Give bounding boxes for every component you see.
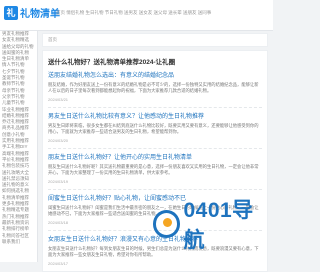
list-item: 送朋友结婚礼物怎么选出：有意义的结婚纪念品 朋友结婚，作为好朋友送上一份有意义的结…	[48, 70, 262, 102]
page-title: 送什么礼物好？送礼物清单推荐2024-让礼圈	[48, 59, 176, 66]
site-header: 礼 礼物清单 首页 情侣礼物 生日礼物 节日礼物 送男友 送女友 送父母 送长辈…	[0, 0, 273, 31]
header-nav-links[interactable]: 首页 情侣礼物 生日礼物 节日礼物 送男友 送女友 送父母 送长辈 送朋友 送同…	[56, 10, 268, 16]
sidebar-item[interactable]: 送给父母的礼物	[0, 44, 37, 50]
item-title-link[interactable]: 朋友生日送什么礼物好？让他开心的实用生日礼物清单	[48, 152, 262, 161]
watermark-text: 0401导航	[183, 199, 254, 252]
item-summary: 男友生日即将来临，很多女生都在纠结到底送什么礼物比较好，既要实用又要有意义，还要…	[48, 123, 259, 134]
item-date: 2024/03/19	[48, 179, 69, 184]
logo-text: 礼物清单	[20, 9, 60, 20]
sidebar: 男友礼物推荐 女友礼物精选 送给父母的礼物 送闺蜜的礼物 生日礼物清单 情人节礼物 七夕节礼…	[0, 31, 38, 262]
item-title-link[interactable]: 男友生日送什么礼物比较有意义？让他感动的生日礼物推荐	[48, 111, 262, 120]
divider	[48, 107, 262, 108]
item-summary: 朋友结婚，作为好朋友送上一份有意义的结婚礼物是必不可少的，选择一份独特又实用的结…	[48, 82, 259, 93]
item-date: 2024/03/21	[48, 97, 69, 102]
watermark-logo-icon	[153, 210, 181, 238]
logo-badge-icon: 礼	[4, 5, 18, 20]
item-summary: 朋友生日送什么礼物好呢？其实送礼物最重要的是心意，选择一份朋友喜欢又实用的生日礼…	[48, 164, 259, 175]
divider	[48, 148, 262, 149]
divider	[48, 189, 262, 190]
item-date: 2024/03/20	[48, 138, 69, 143]
breadcrumb[interactable]: 首页	[42, 33, 268, 47]
site-logo[interactable]: 礼 礼物清单	[4, 5, 60, 20]
list-item: 男友生日送什么礼物比较有意义？让他感动的生日礼物推荐 男友生日即将来临，很多女生都…	[48, 107, 262, 143]
sidebar-item[interactable]: 联系我们	[0, 239, 37, 245]
item-title-link[interactable]: 送朋友结婚礼物怎么选出：有意义的结婚纪念品	[48, 70, 262, 79]
list-item: 朋友生日送什么礼物好？让他开心的实用生日礼物清单 朋友生日送什么礼物好呢？其实送礼…	[48, 148, 262, 184]
watermark: 0401导航	[153, 194, 273, 254]
